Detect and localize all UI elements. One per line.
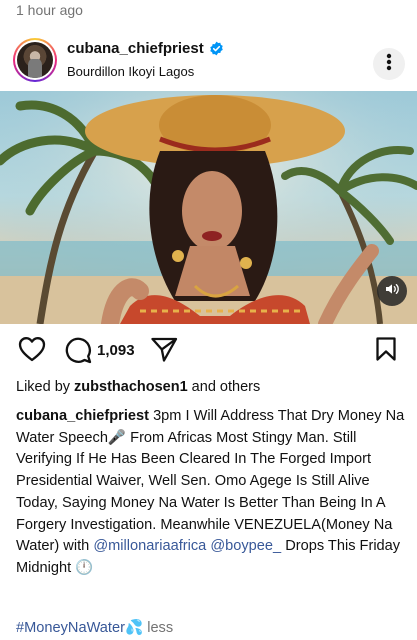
heart-icon: [18, 336, 46, 367]
likes-suffix: and others: [187, 379, 261, 395]
caption-text: 3pm I Will Address That Dry Money Na Wat…: [16, 408, 405, 555]
more-options-button[interactable]: [373, 48, 405, 80]
caption-footer: #MoneyNaWater💦 less: [16, 618, 173, 638]
post-caption: cubana_chiefpriest 3pm I Will Address Th…: [16, 406, 406, 580]
post-timestamp: 1 hour ago: [16, 2, 83, 18]
likes-prefix: Liked by: [16, 379, 75, 395]
mention-link[interactable]: @boypee_: [210, 538, 281, 554]
audio-toggle-button[interactable]: [377, 276, 407, 306]
avatar[interactable]: [13, 38, 57, 82]
share-button[interactable]: [150, 336, 178, 367]
share-icon: [150, 336, 178, 367]
bookmark-icon: [375, 336, 397, 367]
avatar-image: [17, 42, 53, 78]
likes-user-link[interactable]: zubsthachosen1: [74, 379, 188, 395]
comment-count[interactable]: 1,093: [97, 342, 135, 359]
post-header: cubana_chiefpriest Bourdillon Ikoyi Lago…: [0, 34, 417, 88]
hashtag-link[interactable]: #MoneyNaWater💦: [16, 620, 143, 636]
post-media[interactable]: [0, 91, 417, 324]
audio-icon: [384, 281, 400, 302]
comment-button[interactable]: [64, 336, 92, 369]
username-row: cubana_chiefpriest: [67, 40, 224, 57]
comment-icon: [64, 336, 92, 369]
mention-link[interactable]: @millonariaafrica: [93, 538, 206, 554]
save-button[interactable]: [375, 336, 397, 367]
username-link[interactable]: cubana_chiefpriest: [67, 40, 204, 57]
less-button[interactable]: less: [143, 620, 173, 636]
caption-username-link[interactable]: cubana_chiefpriest: [16, 408, 149, 424]
like-button[interactable]: [18, 336, 46, 367]
location-link[interactable]: Bourdillon Ikoyi Lagos: [67, 64, 194, 79]
more-icon: [386, 53, 392, 76]
verified-icon: [209, 41, 224, 56]
post-actions: 1,093: [0, 336, 417, 366]
likes-summary[interactable]: Liked by zubsthachosen1 and others: [16, 379, 260, 395]
